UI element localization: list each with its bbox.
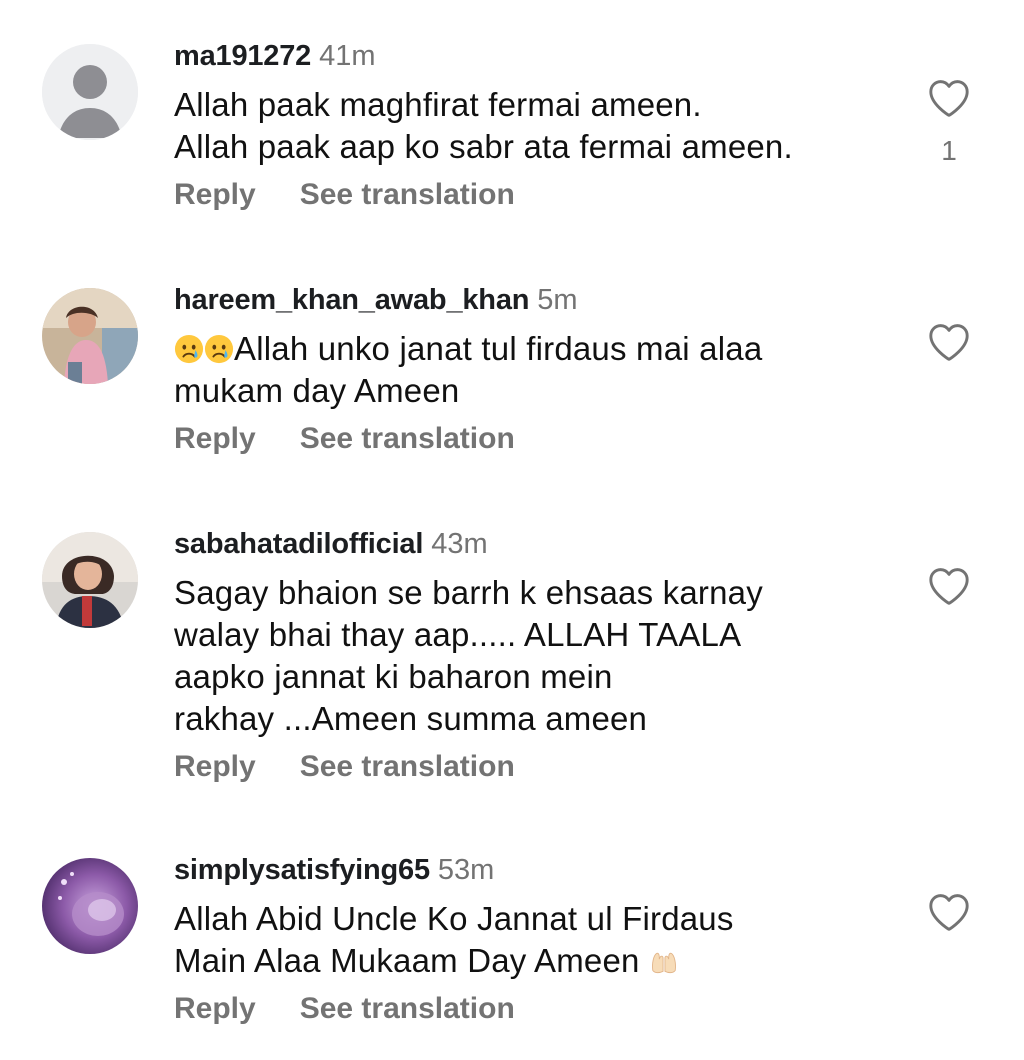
heart-outline-icon	[929, 324, 969, 361]
avatar[interactable]	[42, 44, 138, 140]
comment-line: Allah Abid Uncle Ko Jannat ul Firdaus	[174, 900, 734, 937]
heart-outline-icon	[929, 80, 969, 117]
username[interactable]: simplysatisfying65	[174, 854, 430, 886]
avatar[interactable]	[42, 532, 138, 628]
comment-meta: ma191272 41m	[174, 38, 894, 74]
comment-meta: hareem_khan_awab_khan 5m	[174, 282, 894, 318]
comment-line: aapko jannat ki baharon mein	[174, 658, 613, 695]
comment-line: Allah paak aap ko sabr ata fermai ameen.	[174, 128, 793, 165]
reply-button[interactable]: Reply	[174, 992, 256, 1025]
comment-line: mukam day Ameen	[174, 372, 460, 409]
comment-text: Allah unko janat tul firdaus mai alaa mu…	[174, 328, 894, 412]
username[interactable]: hareem_khan_awab_khan	[174, 284, 529, 316]
heart-outline-icon	[929, 568, 969, 605]
see-translation-button[interactable]: See translation	[300, 178, 515, 211]
comment-actions: Reply See translation	[174, 420, 894, 458]
comment-actions: Reply See translation	[174, 990, 894, 1028]
palms-up-together-emoji	[652, 952, 676, 974]
see-translation-button[interactable]: See translation	[300, 750, 515, 783]
comment-actions: Reply See translation	[174, 176, 894, 214]
comment-actions: Reply See translation	[174, 748, 894, 786]
like-button[interactable]	[926, 322, 972, 367]
username[interactable]: sabahatadilofficial	[174, 528, 423, 560]
reply-button[interactable]: Reply	[174, 750, 256, 783]
heart-outline-icon	[929, 894, 969, 931]
comment-body: simplysatisfying65 53m Allah Abid Uncle K…	[174, 852, 894, 1028]
comment-line: Allah unko janat tul firdaus mai alaa	[174, 328, 894, 370]
comment-time: 41m	[319, 40, 376, 72]
comment-line-text: Allah unko janat tul firdaus mai alaa	[234, 330, 763, 367]
comment-body: ma191272 41m Allah paak maghfirat fermai …	[174, 38, 894, 214]
comment-line: walay bhai thay aap..... ALLAH TAALA	[174, 616, 742, 653]
photo-child-avatar	[42, 288, 138, 384]
like-button[interactable]	[926, 566, 972, 611]
crying-face-emoji	[174, 334, 204, 364]
photo-purple-avatar	[42, 858, 138, 954]
comment-meta: sabahatadilofficial 43m	[174, 526, 894, 562]
comment-text: Sagay bhaion se barrh k ehsaas karnay wa…	[174, 572, 894, 740]
see-translation-button[interactable]: See translation	[300, 992, 515, 1025]
comment-body: sabahatadilofficial 43m Sagay bhaion se b…	[174, 526, 894, 786]
comment-meta: simplysatisfying65 53m	[174, 852, 894, 888]
comment-line: Main Alaa Mukaam Day Ameen	[174, 940, 894, 982]
see-translation-button[interactable]: See translation	[300, 422, 515, 455]
comment-time: 53m	[437, 854, 495, 886]
like-count: 1	[941, 135, 957, 166]
comment-line: Sagay bhaion se barrh k ehsaas karnay	[174, 574, 763, 611]
photo-woman-avatar	[42, 532, 138, 628]
comment-line: rakhay ...Ameen summa ameen	[174, 700, 648, 737]
reply-button[interactable]: Reply	[174, 422, 256, 455]
crying-face-emoji	[204, 334, 234, 364]
username[interactable]: ma191272	[174, 40, 311, 72]
like-button[interactable]: 1	[926, 78, 972, 167]
avatar[interactable]	[42, 288, 138, 384]
comment-body: hareem_khan_awab_khan 5m Allah unko janat…	[174, 282, 894, 458]
comment-time: 5m	[537, 284, 578, 316]
comment-time: 43m	[431, 528, 488, 560]
comment-line: Allah paak maghfirat fermai ameen.	[174, 86, 702, 123]
default-avatar-icon	[42, 44, 138, 140]
avatar[interactable]	[42, 858, 138, 954]
comment-line-text: Main Alaa Mukaam Day Ameen	[174, 942, 640, 979]
like-button[interactable]	[926, 892, 972, 937]
comment-text: Allah paak maghfirat fermai ameen. Allah…	[174, 84, 894, 168]
reply-button[interactable]: Reply	[174, 178, 256, 211]
comment-text: Allah Abid Uncle Ko Jannat ul Firdaus Ma…	[174, 898, 894, 982]
